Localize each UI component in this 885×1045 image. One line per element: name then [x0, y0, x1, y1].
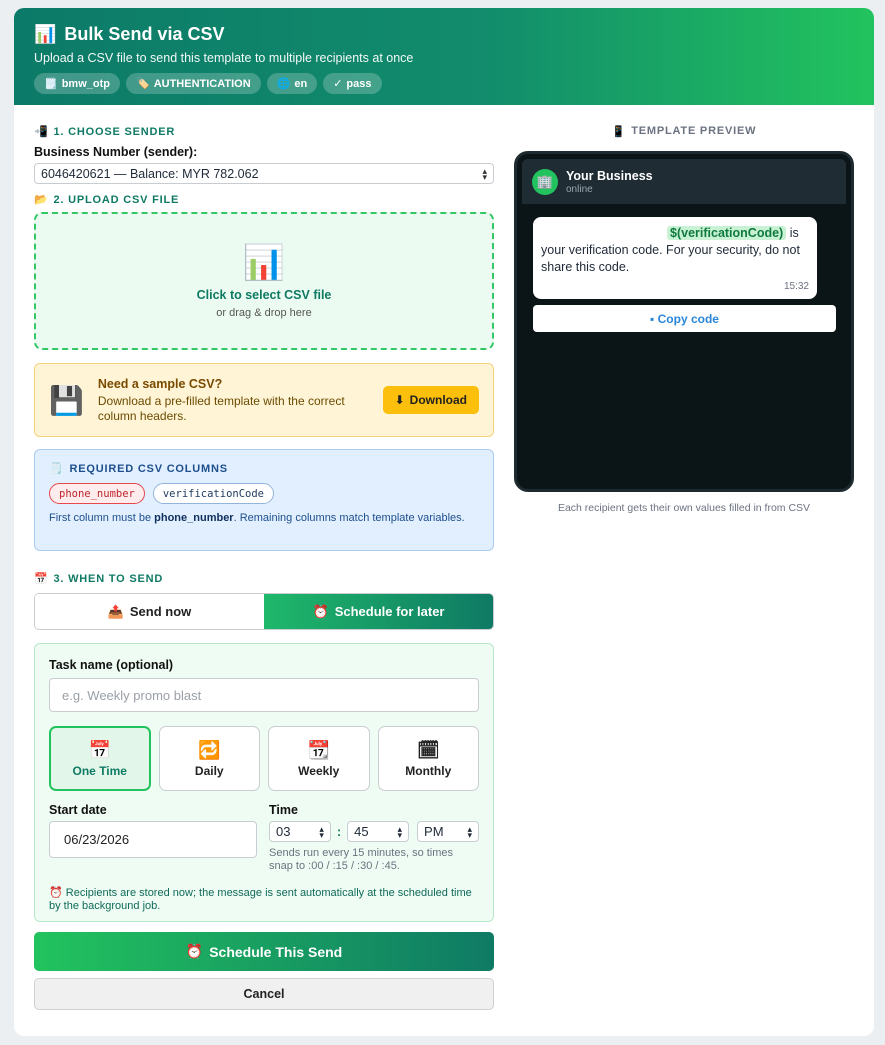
csv-dropzone[interactable]: 📊 Click to select CSV file or drag & dro…: [34, 212, 494, 350]
sample-csv-card: 💾 Need a sample CSV? Download a pre-fill…: [34, 363, 494, 437]
bulk-send-modal: 📊 Bulk Send via CSV Upload a CSV file to…: [14, 8, 874, 1036]
time-separator: :: [336, 824, 342, 839]
sender-select[interactable]: 6046420621 — Balance: MYR 782.062 ▴ ▾: [34, 163, 494, 184]
date-time-row: Start date 06/23/2026 Time 03 ▴ ▾ : 45 ▴ ▾: [49, 803, 479, 873]
calendar-week-icon: 📆: [307, 740, 330, 760]
ampm-select[interactable]: PM ▴ ▾: [417, 821, 479, 842]
frequency-weekly[interactable]: 📆 Weekly: [268, 726, 370, 791]
start-date-input[interactable]: 06/23/2026: [49, 821, 257, 858]
chevron-updown-icon: ▴ ▾: [397, 823, 403, 840]
time-label: Time: [269, 803, 298, 817]
task-name-input[interactable]: e.g. Weekly promo blast: [49, 678, 479, 712]
hour-select[interactable]: 03 ▴ ▾: [269, 821, 331, 842]
preview-column: 📱 TEMPLATE PREVIEW 🏢 Your Business online…: [514, 125, 854, 514]
chat-header: 🏢 Your Business online: [522, 159, 846, 204]
upload-section-title: 📂 2. UPLOAD CSV FILE: [34, 193, 180, 207]
column-chips: phone_number verificationCode: [49, 483, 479, 504]
template-pills: 🗒️ bmw_otp 🏷️ AUTHENTICATION 🌐 en ✓ pass: [34, 73, 854, 94]
modal-subtitle: Upload a CSV file to send this template …: [34, 51, 414, 65]
schedule-panel: Task name (optional) e.g. Weekly promo b…: [34, 643, 494, 922]
calendar-17-icon: 📅: [88, 740, 111, 760]
required-columns-note: First column must be phone_number. Remai…: [49, 512, 465, 524]
time-snap-note: Sends run every 15 minutes, so times sna…: [269, 847, 454, 872]
sample-title: Need a sample CSV?: [97, 376, 223, 391]
task-name-label: Task name (optional): [49, 658, 174, 672]
calendar-month-icon: 🗓: [416, 740, 440, 760]
frequency-one-time[interactable]: 📅 One Time: [49, 726, 151, 791]
table-icon: 🗒️: [49, 463, 64, 475]
preview-section-title: 📱 TEMPLATE PREVIEW: [611, 125, 757, 138]
phone-arrow-icon: 📲: [34, 126, 49, 138]
pill-language: 🌐 en: [266, 73, 318, 94]
sender-field-label: Business Number (sender):: [34, 145, 198, 159]
send-timing-toggle: 📤 Send now ⏰ Schedule for later: [34, 593, 494, 630]
sender-section-title: 📲 1. CHOOSE SENDER: [34, 125, 176, 139]
schedule-later-option[interactable]: ⏰ Schedule for later: [264, 594, 493, 629]
cancel-button[interactable]: Cancel: [34, 978, 494, 1010]
frequency-options: 📅 One Time 🔁 Daily 📆 Weekly 🗓 Monthly: [49, 726, 479, 791]
schedule-info-note: ⏰ Recipients are stored now; the message…: [49, 887, 472, 912]
message-bubble: $(verificationCode) is your verification…: [533, 217, 817, 299]
download-arrow-icon: ⬇: [394, 393, 405, 407]
calendar-icon: 📅: [34, 573, 49, 585]
bar-chart-icon: 📊: [242, 243, 286, 282]
sample-description: Download a pre-filled template with the …: [97, 393, 345, 423]
pill-status: ✓ pass: [323, 73, 382, 94]
time-selects: 03 ▴ ▾ : 45 ▴ ▾ PM ▴ ▾: [269, 821, 479, 842]
business-avatar-icon: 🏢: [532, 168, 558, 195]
copy-code-button[interactable]: ▪ Copy code: [533, 305, 836, 332]
alarm-clock-icon: ⏰: [185, 943, 204, 959]
frequency-monthly[interactable]: 🗓 Monthly: [377, 726, 479, 791]
column-chip-required: phone_number: [49, 483, 145, 504]
dropzone-sub-text: or drag & drop here: [216, 306, 312, 319]
form-column: 📲 1. CHOOSE SENDER Business Number (sende…: [34, 125, 494, 1010]
preview-caption: Each recipient gets their own values fil…: [557, 502, 811, 514]
mobile-phone-icon: 📱: [611, 126, 627, 138]
ticket-icon: 🏷️: [135, 78, 150, 90]
check-icon: ✓: [333, 78, 343, 90]
bullet-icon: ▪: [650, 311, 658, 326]
bar-chart-icon: 📊: [34, 23, 57, 44]
frequency-daily[interactable]: 🔁 Daily: [158, 726, 260, 791]
modal-header: 📊 Bulk Send via CSV Upload a CSV file to…: [14, 8, 874, 105]
alarm-clock-icon: ⏰: [312, 603, 329, 619]
business-status: online: [566, 183, 593, 195]
send-now-option[interactable]: 📤 Send now: [35, 594, 264, 629]
download-button[interactable]: ⬇ Download: [382, 386, 479, 414]
schedule-send-button[interactable]: ⏰ Schedule This Send: [34, 932, 494, 971]
business-name: Your Business: [566, 168, 653, 183]
chevron-updown-icon: ▴ ▾: [319, 823, 324, 840]
required-columns-title: 🗒️ REQUIRED CSV COLUMNS: [49, 462, 228, 476]
pill-category: 🏷️ AUTHENTICATION: [125, 73, 261, 94]
start-date-label: Start date: [49, 803, 107, 817]
modal-title: 📊 Bulk Send via CSV: [34, 23, 225, 44]
chevron-updown-icon: ▴ ▾: [467, 823, 472, 840]
outbox-icon: 📤: [107, 603, 124, 619]
minute-select[interactable]: 45 ▴ ▾: [347, 821, 410, 842]
pill-template: 🗒️ bmw_otp: [34, 73, 120, 94]
phone-preview: 🏢 Your Business online $(verificationCod…: [514, 151, 854, 492]
required-columns-card: 🗒️ REQUIRED CSV COLUMNS phone_number veri…: [34, 449, 494, 551]
when-section-title: 📅 3. WHEN TO SEND: [34, 572, 164, 586]
column-chip-variable: verificationCode: [152, 483, 275, 504]
repeat-icon: 🔁: [198, 740, 221, 760]
chevron-updown-icon: ▴ ▾: [482, 165, 487, 182]
template-variable: $(verificationCode): [667, 226, 787, 240]
alarm-clock-icon: ⏰: [49, 887, 63, 899]
template-icon: 🗒️: [44, 78, 58, 90]
message-timestamp: 15:32: [783, 281, 809, 292]
globe-icon: 🌐: [276, 78, 291, 90]
floppy-disk-icon: 💾: [49, 384, 84, 416]
dropzone-main-text: Click to select CSV file: [196, 287, 332, 302]
folder-icon: 📂: [34, 194, 49, 206]
